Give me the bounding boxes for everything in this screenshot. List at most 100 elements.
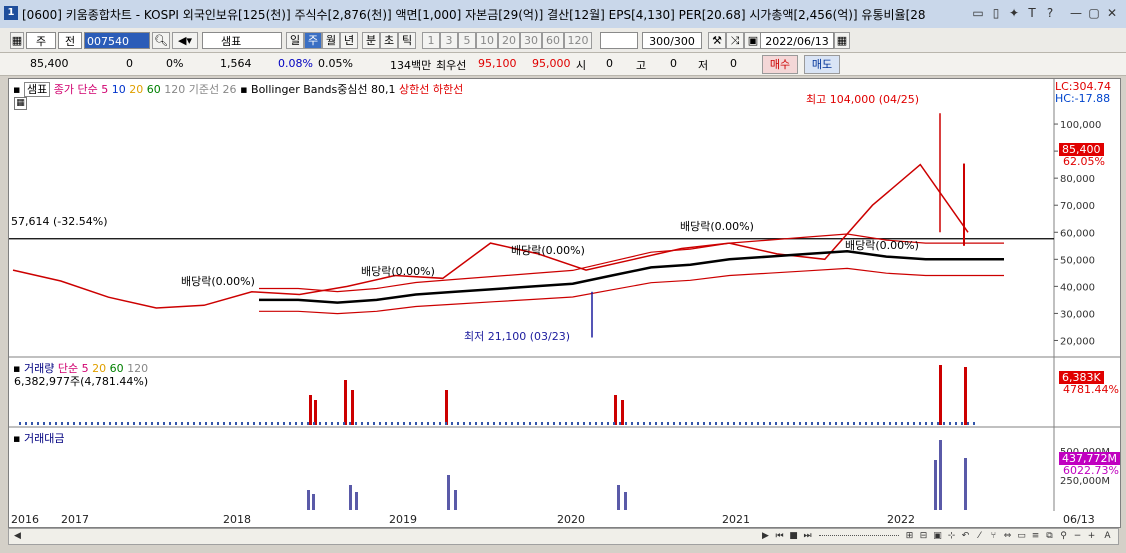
last-page-icon[interactable]: ⏭ <box>801 530 814 543</box>
volume-bar <box>964 367 967 425</box>
sell-button[interactable]: 매도 <box>804 55 840 74</box>
calendar-icon[interactable]: ▦ <box>834 32 850 49</box>
stock-code-input[interactable]: 007540 <box>84 32 150 49</box>
search-icon[interactable]: 🔍︎ <box>152 32 170 49</box>
volume-bar <box>517 422 519 425</box>
grid-icon[interactable]: ⊟ <box>917 530 930 543</box>
maximize-icon[interactable]: ▢ <box>1086 5 1102 21</box>
num-1[interactable]: 1 <box>422 32 440 49</box>
num-20[interactable]: 20 <box>498 32 520 49</box>
fit-icon[interactable]: ⇔ <box>1001 530 1014 543</box>
date-input[interactable]: 2022/06/13 <box>760 32 834 49</box>
amount-bar <box>617 485 620 510</box>
chart-scrollbar[interactable]: ◀ ▶ ⏮ ■ ⏭ ⊞ ⊟ ▣ ⊹ ↶ ⁄ ⑂ ⇔ ▭ ≡ ⧉ ⚲ − + A <box>8 528 1119 545</box>
num-3[interactable]: 3 <box>440 32 458 49</box>
lines-icon[interactable]: ≡ <box>1029 530 1042 543</box>
volume-bar <box>481 422 483 425</box>
volume-bar <box>373 422 375 425</box>
prev-select[interactable]: 전 <box>58 32 82 49</box>
crosshair-icon[interactable]: ⊹ <box>945 530 958 543</box>
volume-bar <box>829 422 831 425</box>
text-icon[interactable]: T <box>1024 5 1040 21</box>
price-tick-label: 40,000 <box>1060 282 1095 293</box>
fork-icon[interactable]: ⑂ <box>987 530 1000 543</box>
split-icon[interactable]: ▯ <box>988 5 1004 21</box>
minimize-icon[interactable]: — <box>1068 5 1084 21</box>
window-title: [0600] 키움종합차트 - KOSPI 외국인보유[125(천)] 주식수[… <box>22 8 926 22</box>
x-axis-canvas: 2016 2017 2018 2019 2020 2021 2022 06/13 <box>11 513 1095 526</box>
volume-bar <box>781 422 783 425</box>
volume-bar <box>841 422 843 425</box>
zoom-in-icon[interactable]: + <box>1085 530 1098 543</box>
num-10[interactable]: 10 <box>476 32 498 49</box>
high-label: 고 <box>636 59 647 72</box>
scroll-left-icon[interactable]: ◀ <box>11 530 24 543</box>
close-icon[interactable]: ✕ <box>1104 5 1120 21</box>
title-bar: 1 [0600] 키움종합차트 - KOSPI 외국인보유[125(천)] 주식… <box>0 0 1126 29</box>
restore-layout-icon[interactable]: ▭ <box>970 5 986 21</box>
period-year[interactable]: 년 <box>340 32 358 49</box>
volume-bar <box>661 422 663 425</box>
chart-area[interactable]: 100,00090,00080,00070,00060,00050,00040,… <box>8 78 1121 513</box>
help-icon[interactable]: ? <box>1042 5 1058 21</box>
time-minute[interactable]: 분 <box>362 32 380 49</box>
num-30[interactable]: 30 <box>520 32 542 49</box>
grid-table-icon[interactable]: ▦ <box>14 97 27 110</box>
undo-icon[interactable]: ↶ <box>959 530 972 543</box>
volume-bar <box>607 422 609 425</box>
custom-period-select[interactable] <box>600 32 638 49</box>
sound-icon[interactable]: ◀▾ <box>172 32 198 49</box>
volume-bar <box>967 422 969 425</box>
line-tool-icon[interactable]: ⁄ <box>973 530 986 543</box>
volume-bar <box>427 422 429 425</box>
time-second[interactable]: 초 <box>380 32 398 49</box>
count-field[interactable]: 300/300 <box>642 32 702 49</box>
zoom-icon[interactable]: ⚲ <box>1057 530 1070 543</box>
period-day[interactable]: 일 <box>286 32 304 49</box>
period-month[interactable]: 월 <box>322 32 340 49</box>
pin-icon[interactable]: ✦ <box>1006 5 1022 21</box>
num-60[interactable]: 60 <box>542 32 564 49</box>
time-tick[interactable]: 틱 <box>398 32 416 49</box>
volume-bar <box>253 422 255 425</box>
split-view-icon[interactable]: ⊞ <box>903 530 916 543</box>
volume-bar <box>871 422 873 425</box>
period-week[interactable]: 주 <box>304 32 322 49</box>
amount-bar <box>312 494 315 510</box>
tools-icon[interactable]: ⚒ <box>708 32 726 49</box>
first-page-icon[interactable]: ⏮ <box>773 530 786 543</box>
volume-bar <box>973 422 975 425</box>
best-ask: 95,100 <box>478 57 517 70</box>
legend-stock-name[interactable]: 샘표 <box>23 82 51 97</box>
volume-bar <box>799 422 801 425</box>
volume-bar <box>727 422 729 425</box>
compare-icon[interactable]: ⤨ <box>726 32 744 49</box>
open-value: 0 <box>606 57 613 70</box>
volume-bar <box>421 422 423 425</box>
copy-icon[interactable]: ⧉ <box>1043 530 1056 543</box>
volume-bar <box>445 390 448 425</box>
font-size-icon[interactable]: A <box>1101 530 1114 543</box>
volume-bar <box>679 422 681 425</box>
stop-icon[interactable]: ■ <box>787 530 800 543</box>
period-unit-select[interactable]: 주 <box>26 32 56 49</box>
volume-bar <box>775 422 777 425</box>
volume-bar <box>109 422 111 425</box>
volume-bar <box>745 422 747 425</box>
window-icon[interactable]: ▣ <box>931 530 944 543</box>
volume-bar <box>337 422 339 425</box>
zoom-out-icon[interactable]: − <box>1071 530 1084 543</box>
buy-button[interactable]: 매수 <box>762 55 798 74</box>
layout-icon[interactable]: ▦ <box>10 32 24 49</box>
dividend-annotation: 배당락(0.00%) <box>511 244 585 257</box>
amount-bar <box>939 440 942 510</box>
zoom-track[interactable] <box>819 535 899 538</box>
num-120[interactable]: 120 <box>564 32 592 49</box>
x-tick-label: 2021 <box>722 513 750 526</box>
volume-bar <box>49 422 51 425</box>
scroll-right-icon[interactable]: ▶ <box>759 530 772 543</box>
volume-bar <box>835 422 837 425</box>
num-5[interactable]: 5 <box>458 32 476 49</box>
best-quote-label: 최우선 <box>436 59 467 72</box>
box-icon[interactable]: ▭ <box>1015 530 1028 543</box>
